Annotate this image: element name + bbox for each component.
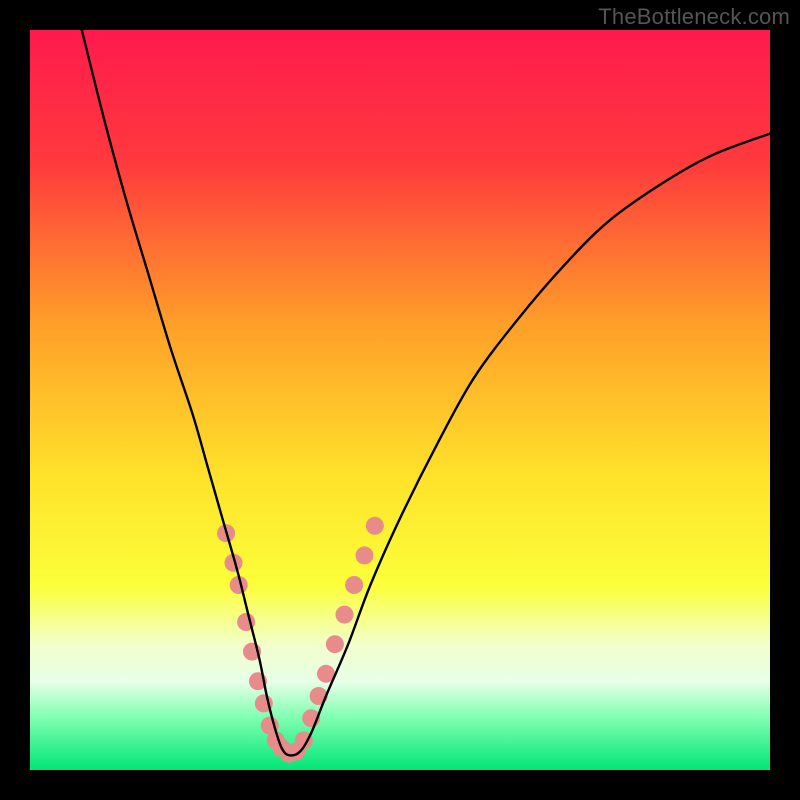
chart-frame: TheBottleneck.com	[0, 0, 800, 800]
gradient-background	[30, 30, 770, 770]
bottleneck-chart	[30, 30, 770, 770]
curve-marker	[355, 546, 373, 564]
curve-marker	[336, 606, 354, 624]
curve-marker	[345, 576, 363, 594]
curve-marker	[366, 517, 384, 535]
plot-area	[30, 30, 770, 770]
attribution-text: TheBottleneck.com	[598, 4, 790, 30]
curve-marker	[326, 635, 344, 653]
